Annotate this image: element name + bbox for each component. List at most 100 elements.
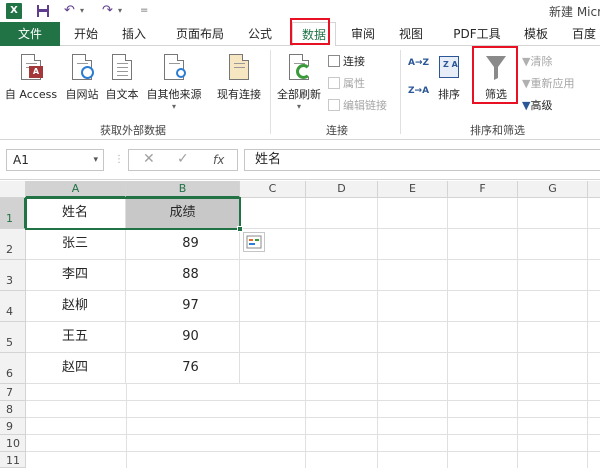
tab-pdf-tools[interactable]: PDF工具 — [448, 22, 506, 46]
cell-a5[interactable]: 王五 — [26, 322, 126, 353]
connections-label: 连接 — [343, 55, 365, 68]
from-text-button[interactable]: 自文本 — [103, 54, 141, 102]
cell-b4[interactable]: 97 — [126, 291, 240, 322]
other-sources-icon — [162, 54, 186, 82]
row-header-1[interactable]: 1 — [0, 198, 26, 229]
gridline — [26, 400, 600, 401]
tab-baidu[interactable]: 百度 — [568, 22, 600, 46]
connections-button[interactable]: 连接 — [328, 54, 365, 70]
refresh-all-button[interactable]: 全部刷新 ▾ — [274, 54, 324, 111]
column-header-b[interactable]: B — [126, 181, 240, 198]
enter-icon[interactable]: ✓ — [177, 151, 189, 167]
row-header-4[interactable]: 4 — [0, 291, 26, 322]
edit-links-button[interactable]: 编辑链接 — [328, 98, 387, 114]
row-header-8[interactable]: 8 — [0, 401, 26, 418]
tab-file[interactable]: 文件 — [0, 22, 60, 46]
gridline — [126, 384, 127, 468]
row-header-9[interactable]: 9 — [0, 418, 26, 435]
gridline — [26, 417, 600, 418]
from-web-button[interactable]: 自网站 — [63, 54, 101, 102]
sort-grid-icon: Z A — [437, 54, 461, 82]
tab-page-layout[interactable]: 页面布局 — [170, 22, 230, 46]
sort-az-icon: A→Z — [408, 58, 430, 68]
group-label-get-external: 获取外部数据 — [100, 124, 166, 137]
existing-connections-icon — [227, 54, 251, 82]
row-header-10[interactable]: 10 — [0, 435, 26, 452]
row-header-3[interactable]: 3 — [0, 260, 26, 291]
cell-a6[interactable]: 赵四 — [26, 353, 126, 384]
tab-formulas[interactable]: 公式 — [244, 22, 276, 46]
select-all-corner[interactable] — [0, 181, 26, 198]
access-icon: A — [19, 54, 43, 82]
formula-input[interactable]: 姓名 — [244, 149, 600, 171]
name-box[interactable]: A1 ▾ — [6, 149, 104, 171]
data-tab-highlight — [290, 18, 330, 45]
filter-button-highlight — [472, 46, 518, 104]
advanced-filter-button[interactable]: ▼高级 — [522, 98, 552, 114]
group-divider — [270, 50, 271, 134]
group-label-connections: 连接 — [326, 124, 348, 137]
column-header-c[interactable]: C — [240, 181, 306, 198]
redo-button[interactable]: ↷ — [102, 2, 113, 20]
insert-function-icon[interactable]: fx — [213, 153, 224, 167]
column-header-f[interactable]: F — [448, 181, 518, 198]
column-header-g[interactable]: G — [518, 181, 588, 198]
cell-a4[interactable]: 赵柳 — [26, 291, 126, 322]
column-header-d[interactable]: D — [306, 181, 378, 198]
existing-connections-label: 现有连接 — [217, 88, 261, 101]
cell-a3[interactable]: 李四 — [26, 260, 126, 291]
sort-ascending-button[interactable]: A→Z — [408, 58, 430, 68]
properties-button[interactable]: 属性 — [328, 76, 365, 92]
customize-qat-icon[interactable]: = — [140, 2, 148, 20]
row-header-2[interactable]: 2 — [0, 229, 26, 260]
more-dots-icon: ⋮ — [114, 154, 124, 165]
quick-analysis-icon — [246, 235, 262, 249]
from-access-label: 自 Access — [4, 88, 58, 101]
row-header-5[interactable]: 5 — [0, 322, 26, 353]
from-text-label: 自文本 — [105, 88, 139, 101]
undo-button[interactable]: ↶ — [64, 2, 75, 20]
worksheet-grid: A B C D E F G 1 2 3 4 5 6 7 8 9 10 11 姓名… — [0, 181, 600, 468]
tab-home[interactable]: 开始 — [70, 22, 102, 46]
empty-cells-area[interactable] — [240, 198, 600, 468]
advanced-label: 高级 — [530, 99, 553, 112]
row-header-11[interactable]: 11 — [0, 452, 26, 468]
row-header-6[interactable]: 6 — [0, 353, 26, 384]
save-button[interactable] — [36, 2, 50, 20]
tab-insert[interactable]: 插入 — [118, 22, 150, 46]
group-divider — [400, 50, 401, 134]
cell-a2[interactable]: 张三 — [26, 229, 126, 260]
redo-dropdown-icon[interactable]: ▾ — [118, 2, 122, 20]
reapply-button[interactable]: ▼重新应用 — [522, 76, 574, 92]
sort-descending-button[interactable]: Z→A — [408, 86, 429, 96]
clear-label: 清除 — [530, 55, 553, 68]
column-header-e[interactable]: E — [378, 181, 448, 198]
column-header-a[interactable]: A — [26, 181, 126, 198]
chevron-down-icon: ▾ — [171, 102, 176, 111]
edit-links-icon — [328, 99, 340, 111]
from-other-sources-button[interactable]: 自其他来源 ▾ — [143, 54, 205, 111]
cell-b6[interactable]: 76 — [126, 353, 240, 384]
properties-icon — [328, 77, 340, 89]
cell-b3[interactable]: 88 — [126, 260, 240, 291]
cell-b2[interactable]: 89 — [126, 229, 240, 260]
connections-icon — [328, 55, 340, 67]
formula-bar: A1 ▾ ⋮ ✕ ✓ fx 姓名 — [0, 140, 600, 180]
web-icon — [70, 54, 94, 82]
selection-range — [25, 197, 241, 230]
tab-view[interactable]: 视图 — [395, 22, 427, 46]
existing-connections-button[interactable]: 现有连接 — [212, 54, 266, 102]
tab-review[interactable]: 审阅 — [347, 22, 379, 46]
from-access-button[interactable]: A 自 Access — [2, 54, 60, 102]
sort-button[interactable]: Z A 排序 — [432, 54, 466, 102]
undo-dropdown-icon[interactable]: ▾ — [80, 2, 84, 20]
chevron-down-icon[interactable]: ▾ — [93, 150, 98, 170]
column-header-h[interactable] — [588, 181, 600, 198]
cell-b5[interactable]: 90 — [126, 322, 240, 353]
gridline — [26, 434, 600, 435]
quick-analysis-button[interactable] — [243, 232, 265, 252]
row-header-7[interactable]: 7 — [0, 384, 26, 401]
clear-filter-button[interactable]: ▼清除 — [522, 54, 552, 70]
cancel-icon[interactable]: ✕ — [143, 151, 155, 167]
tab-template[interactable]: 模板 — [520, 22, 552, 46]
